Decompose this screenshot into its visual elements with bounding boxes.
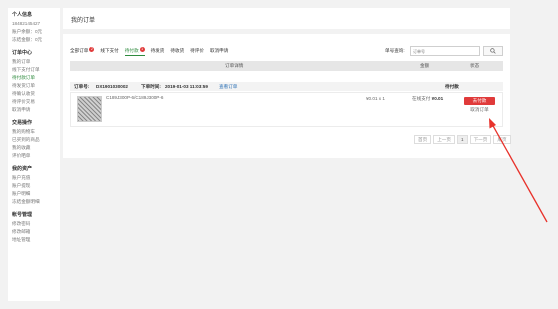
- annotation-arrow: [489, 118, 548, 223]
